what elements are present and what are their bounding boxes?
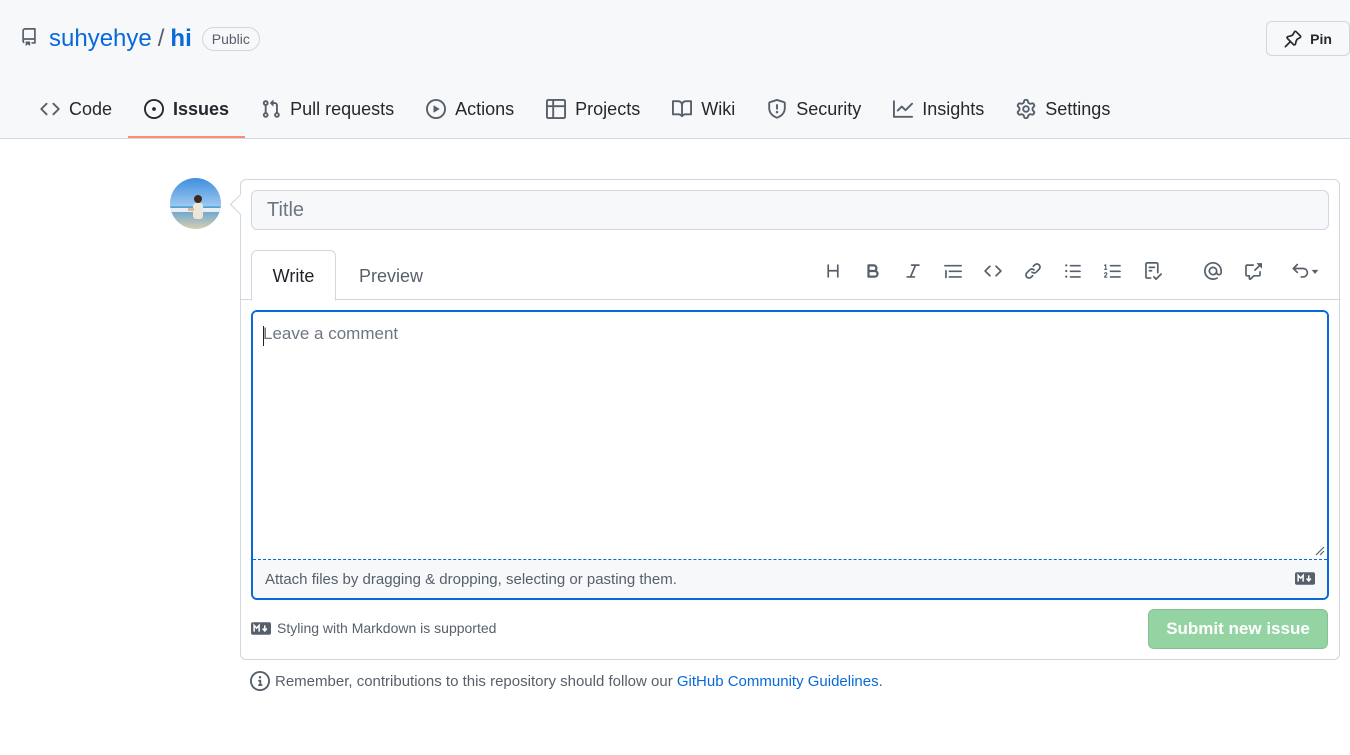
text-caret	[263, 326, 264, 346]
community-guidelines-link[interactable]: GitHub Community Guidelines	[677, 673, 879, 690]
tab-security-label: Security	[796, 98, 862, 119]
link-icon[interactable]	[1019, 257, 1047, 285]
bulleted-list-icon[interactable]	[1059, 257, 1087, 285]
quote-icon[interactable]	[939, 257, 967, 285]
repo-header: suhyehye / hi Public Pin Code Issues Pul…	[0, 0, 1350, 139]
repo-nav: Code Issues Pull requests Actions Projec…	[24, 86, 1126, 138]
numbered-list-icon[interactable]	[1099, 257, 1127, 285]
comment-textarea[interactable]	[253, 312, 1327, 560]
repo-title: suhyehye / hi Public	[20, 24, 260, 54]
mention-icon[interactable]	[1199, 257, 1227, 285]
issue-opened-icon	[144, 99, 165, 119]
tab-preview[interactable]: Preview	[351, 250, 431, 301]
repo-owner-link[interactable]: suhyehye	[49, 24, 152, 54]
guidelines-prefix: Remember, contributions to this reposito…	[275, 672, 673, 690]
resize-grip-icon[interactable]	[1315, 546, 1325, 556]
pin-button[interactable]: Pin	[1266, 21, 1350, 56]
submit-new-issue-button[interactable]: Submit new issue	[1148, 609, 1328, 649]
repo-icon	[20, 27, 38, 47]
tab-actions[interactable]: Actions	[410, 86, 530, 132]
tab-projects[interactable]: Projects	[530, 86, 656, 132]
cross-reference-icon[interactable]	[1239, 257, 1267, 285]
book-icon	[672, 99, 693, 119]
table-icon	[546, 99, 567, 119]
issue-title-input[interactable]	[251, 190, 1329, 230]
code-icon[interactable]	[979, 257, 1007, 285]
tab-issues[interactable]: Issues	[128, 86, 246, 138]
tab-insights[interactable]: Insights	[877, 86, 1000, 132]
editor-tabbar: Write Preview	[241, 250, 1339, 301]
new-issue-form: Write Preview	[240, 179, 1340, 660]
markdown-icon	[1295, 572, 1315, 585]
tab-projects-label: Projects	[575, 98, 641, 119]
shield-icon	[767, 99, 787, 119]
play-icon	[426, 99, 447, 119]
tab-actions-label: Actions	[455, 98, 515, 119]
task-list-icon[interactable]	[1139, 257, 1167, 285]
graph-icon	[893, 99, 914, 119]
guidelines-suffix: .	[878, 672, 883, 690]
tab-wiki-label: Wiki	[701, 98, 736, 119]
tab-write[interactable]: Write	[251, 250, 336, 301]
heading-icon[interactable]	[819, 257, 847, 285]
tab-pull-requests[interactable]: Pull requests	[245, 86, 410, 132]
tab-code-label: Code	[69, 98, 113, 119]
attach-files-bar[interactable]: Attach files by dragging & dropping, sel…	[253, 559, 1327, 598]
git-pull-request-icon	[261, 99, 281, 119]
pin-label: Pin	[1310, 30, 1332, 47]
italic-icon[interactable]	[899, 257, 927, 285]
info-icon	[250, 671, 270, 691]
tab-settings[interactable]: Settings	[1000, 86, 1126, 132]
tab-issues-label: Issues	[173, 98, 230, 119]
visibility-badge: Public	[201, 27, 260, 51]
comment-editor: Attach files by dragging & dropping, sel…	[251, 310, 1329, 600]
markdown-icon	[251, 621, 271, 635]
guidelines-note: Remember, contributions to this reposito…	[250, 671, 883, 691]
tab-security[interactable]: Security	[751, 86, 877, 132]
markdown-note[interactable]: Styling with Markdown is supported	[251, 620, 496, 636]
tab-settings-label: Settings	[1045, 98, 1111, 119]
repo-separator: /	[157, 25, 165, 52]
tab-insights-label: Insights	[922, 98, 985, 119]
attach-files-text: Attach files by dragging & dropping, sel…	[265, 570, 677, 588]
repo-name-link[interactable]: hi	[170, 24, 191, 54]
bold-icon[interactable]	[859, 257, 887, 285]
tab-code[interactable]: Code	[24, 86, 128, 132]
avatar[interactable]	[170, 178, 221, 229]
pin-icon	[1284, 30, 1302, 48]
tab-wiki[interactable]: Wiki	[656, 86, 751, 132]
code-icon	[40, 99, 60, 119]
gear-icon	[1016, 99, 1036, 119]
undo-icon[interactable]	[1287, 257, 1325, 285]
tab-pull-requests-label: Pull requests	[290, 98, 395, 119]
markdown-note-text: Styling with Markdown is supported	[277, 620, 497, 636]
